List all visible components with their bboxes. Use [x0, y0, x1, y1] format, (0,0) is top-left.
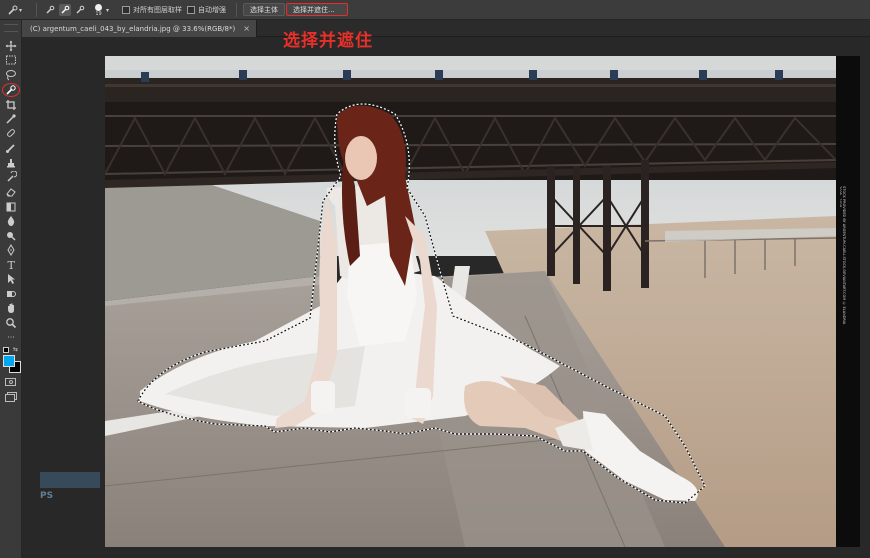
default-colors-icon[interactable] [3, 347, 9, 353]
path-selection-tool-icon [8, 274, 15, 284]
eraser-tool-icon [6, 188, 16, 197]
document-tab-title: (C) argentum_caeli_043_by_elandria.jpg @… [30, 24, 236, 33]
healing-brush-tool-icon [7, 129, 15, 137]
zoom-tool-icon [6, 318, 17, 329]
tool-preset-picker[interactable]: ▾ [6, 0, 22, 20]
site-logo-watermark: PS [40, 472, 102, 510]
brush-size-picker[interactable]: 19 ▾ [95, 0, 109, 20]
more-tools-button[interactable]: ··· [3, 330, 19, 344]
dodge-tool-icon [7, 232, 16, 241]
hand-tool-icon [8, 303, 14, 313]
move-tool-icon [5, 40, 17, 52]
foreground-color-swatch[interactable] [3, 355, 15, 367]
quick-selection-icon [6, 4, 18, 16]
brush-add-icon [59, 4, 71, 16]
brush-tip-icon [95, 3, 102, 11]
eyedropper-tool-icon [6, 114, 16, 124]
healing-brush-tool[interactable] [3, 126, 19, 140]
screen-mode-icon[interactable] [5, 392, 17, 402]
brush-tool-icon [6, 144, 15, 153]
pen-tool-icon [7, 244, 15, 256]
clone-stamp-tool[interactable] [3, 156, 19, 170]
gradient-tool[interactable] [3, 200, 19, 214]
pen-tool[interactable] [3, 243, 19, 257]
brush-new-icon [44, 4, 56, 16]
dodge-tool[interactable] [3, 229, 19, 243]
photo-scene [105, 56, 836, 547]
eraser-tool[interactable] [3, 185, 19, 199]
hand-tool[interactable] [3, 301, 19, 315]
quick-selection-tool-icon [6, 85, 16, 95]
blur-tool[interactable] [3, 214, 19, 228]
history-brush-tool[interactable] [3, 170, 19, 184]
zoom-tool[interactable] [3, 316, 19, 330]
close-icon[interactable]: × [243, 24, 250, 33]
options-bar: ▾ 19 ▾ 对所有图层取样 自动增强 选择主体 选择并遮住... [0, 0, 870, 20]
subtract-from-selection-mode[interactable] [74, 0, 86, 20]
eyedropper-tool[interactable] [3, 112, 19, 126]
select-and-mask-button[interactable]: 选择并遮住... [286, 3, 348, 16]
logo-text: PS [40, 491, 54, 501]
document-tab[interactable]: (C) argentum_caeli_043_by_elandria.jpg @… [22, 20, 257, 37]
path-selection-tool[interactable] [3, 272, 19, 286]
auto-enhance-label: 自动增强 [198, 6, 226, 14]
lasso-tool-icon [6, 70, 16, 81]
svg-text:T: T [8, 259, 16, 271]
brush-size-value: 19 [95, 10, 102, 17]
brush-tool[interactable] [3, 141, 19, 155]
checkbox-box [122, 6, 130, 14]
annotation-label: 选择并遮住 [283, 31, 373, 51]
toolbar-collapse-handle[interactable] [4, 24, 18, 32]
document-canvas-image[interactable] [105, 56, 836, 547]
sample-all-layers-checkbox[interactable]: 对所有图层取样 [122, 0, 182, 20]
clone-stamp-tool-icon [7, 159, 15, 168]
select-subject-button[interactable]: 选择主体 [243, 3, 285, 16]
swap-colors-icon[interactable]: ⇆ [13, 346, 18, 353]
chevron-down-icon: ▾ [19, 6, 23, 14]
move-tool[interactable] [3, 39, 19, 53]
shape-tool-icon [7, 291, 16, 297]
type-tool[interactable]: T [3, 258, 19, 272]
history-brush-tool-icon [7, 171, 17, 182]
gradient-tool-icon [6, 202, 16, 212]
lasso-tool[interactable] [3, 68, 19, 82]
marquee-tool[interactable] [3, 53, 19, 67]
quick-selection-tool[interactable] [3, 83, 19, 97]
marquee-tool-icon [6, 55, 16, 65]
watermark-vertical-text: STOCK PROVIDED BY ARGENTUM-CAELI-STOCK.D… [840, 186, 846, 325]
shape-tool[interactable] [3, 287, 19, 301]
tools-panel: T ··· ⇆ [0, 20, 22, 558]
crop-tool-icon [6, 100, 16, 110]
new-selection-mode[interactable] [44, 0, 56, 20]
add-to-selection-mode[interactable] [59, 0, 71, 20]
blur-tool-icon [7, 216, 15, 226]
ellipsis-icon: ··· [7, 332, 15, 342]
quick-mask-icon[interactable] [5, 378, 16, 386]
brush-subtract-icon [74, 4, 86, 16]
chevron-down-icon: ▾ [106, 6, 110, 14]
document-tab-bar: (C) argentum_caeli_043_by_elandria.jpg @… [22, 20, 870, 37]
auto-enhance-checkbox[interactable]: 自动增强 [187, 0, 226, 20]
type-tool-icon: T [8, 259, 16, 271]
checkbox-box [187, 6, 195, 14]
crop-tool[interactable] [3, 98, 19, 112]
image-black-margin: STOCK PROVIDED BY ARGENTUM-CAELI-STOCK.D… [836, 56, 860, 547]
sample-all-layers-label: 对所有图层取样 [133, 6, 182, 14]
